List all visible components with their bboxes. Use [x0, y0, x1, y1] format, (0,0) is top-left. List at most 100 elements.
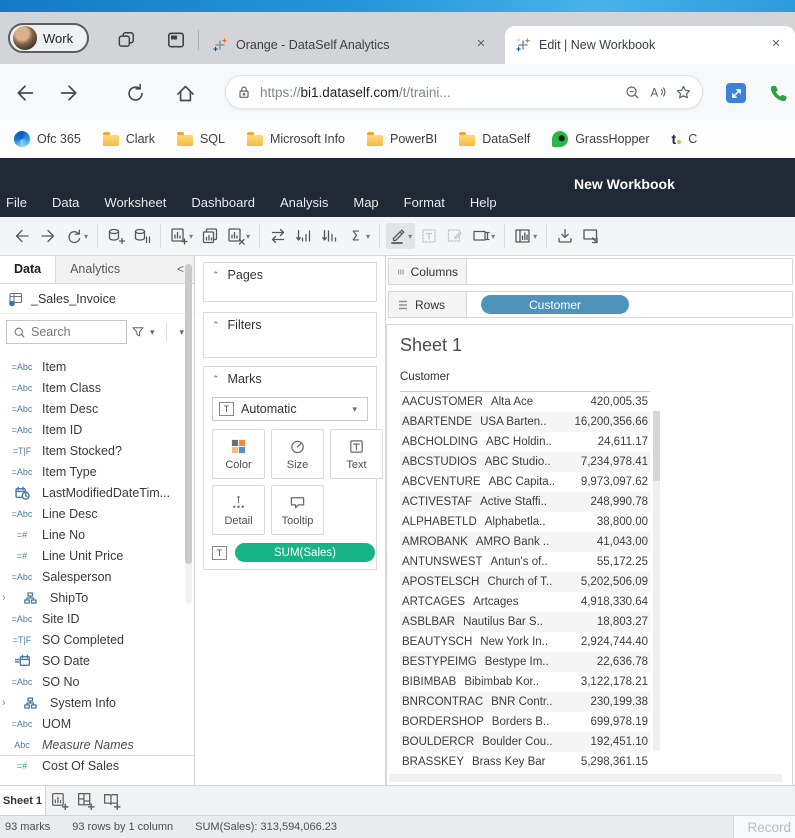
extension-phone-button[interactable]: [768, 81, 794, 105]
table-row-abcventure[interactable]: ABCVENTUREABC Capita..9,973,097.62: [400, 472, 650, 492]
text-button[interactable]: Text: [330, 429, 383, 479]
pause-updates-button[interactable]: [130, 223, 154, 249]
presentation-mode-button[interactable]: [579, 223, 603, 249]
menu-item-data[interactable]: Data: [52, 195, 79, 210]
table-row-bibimbab[interactable]: BIBIMBABBibimbab Kor..3,122,178.21: [400, 672, 650, 692]
filter-fields-button[interactable]: ▾: [131, 325, 159, 340]
menu-item-dashboard[interactable]: Dashboard: [191, 195, 255, 210]
home-button[interactable]: [172, 80, 198, 106]
table-row-asblbar[interactable]: ASBLBARNautilus Bar S..18,803.27: [400, 612, 650, 632]
field-item-line-no[interactable]: =#Line No: [0, 524, 194, 545]
field-item-so-date[interactable]: SO Date: [0, 650, 194, 671]
new-worksheet-button[interactable]: [46, 786, 72, 815]
bookmark-item[interactable]: DataSelf: [459, 132, 530, 146]
table-row-bouldercr[interactable]: BOULDERCRBoulder Cou..192,451.10: [400, 732, 650, 752]
table-row-beautysch[interactable]: BEAUTYSCHNew York In..2,924,744.40: [400, 632, 650, 652]
tooltip-button[interactable]: Tooltip: [271, 485, 324, 535]
url-text[interactable]: https://bi1.dataself.com/t/traini...: [260, 85, 616, 100]
field-item-item-stocked[interactable]: =T|FItem Stocked?: [0, 440, 194, 461]
download-button[interactable]: [553, 223, 577, 249]
new-datasource-button[interactable]: [104, 223, 128, 249]
table-horizontal-scrollbar[interactable]: [389, 774, 782, 782]
refresh-button[interactable]: [122, 80, 148, 106]
mark-type-dropdown[interactable]: T Automatic ▾: [212, 397, 368, 421]
tab-data[interactable]: Data: [0, 256, 56, 283]
field-item-shipto[interactable]: ›ShipTo: [0, 587, 194, 608]
field-item-measure-names[interactable]: AbcMeasure Names: [0, 734, 194, 755]
field-item-site-id[interactable]: =AbcSite ID: [0, 608, 194, 629]
data-pane-scrollbar[interactable]: [185, 264, 192, 604]
field-item-lastmodifieddatetim[interactable]: LastModifiedDateTim...: [0, 482, 194, 503]
table-row-antunswest[interactable]: ANTUNSWESTAntun's of..55,172.25: [400, 552, 650, 572]
forward-arrow-button[interactable]: [36, 223, 60, 249]
color-button[interactable]: Color: [212, 429, 265, 479]
field-item-line-unit-price[interactable]: =#Line Unit Price: [0, 545, 194, 566]
field-item-item-type[interactable]: =AbcItem Type: [0, 461, 194, 482]
new-story-button[interactable]: [98, 786, 124, 815]
fix-axes-button[interactable]: ▾: [469, 223, 498, 249]
sheet-tab-sheet1[interactable]: Sheet 1: [0, 786, 46, 815]
field-item-so-no[interactable]: =AbcSO No: [0, 671, 194, 692]
back-arrow-button[interactable]: [10, 223, 34, 249]
favorite-star-icon[interactable]: [675, 84, 692, 101]
table-row-brasskey[interactable]: BRASSKEYBrass Key Bar5,298,361.15: [400, 752, 650, 772]
field-item-item-class[interactable]: =AbcItem Class: [0, 377, 194, 398]
table-row-bnrcontrac[interactable]: BNRCONTRACBNR Contr..230,199.38: [400, 692, 650, 712]
sort-ascending-button[interactable]: [292, 223, 316, 249]
clear-sheet-button[interactable]: ▾: [224, 223, 253, 249]
bookmark-item[interactable]: PowerBI: [367, 132, 437, 146]
field-item-item-desc[interactable]: =AbcItem Desc: [0, 398, 194, 419]
expand-chevron-icon[interactable]: ›: [2, 592, 10, 604]
collapse-chevron-icon[interactable]: ⌃: [212, 320, 220, 331]
duplicate-sheet-button[interactable]: [198, 223, 222, 249]
customer-pill[interactable]: Customer: [481, 295, 629, 314]
tab-actions-button[interactable]: [164, 28, 188, 52]
scrollbar-thumb[interactable]: [185, 264, 192, 564]
bookmark-item[interactable]: SQL: [177, 132, 225, 146]
field-item-cost-of-sales[interactable]: =#Cost Of Sales: [0, 755, 194, 776]
browser-profile-button[interactable]: Work: [8, 23, 89, 53]
browser-tab-edit-new-workbook[interactable]: Edit | New Workbook ×: [505, 26, 795, 64]
forward-button[interactable]: [56, 80, 82, 106]
table-row-bestypeimg[interactable]: BESTYPEIMGBestype Im..22,636.78: [400, 652, 650, 672]
bookmark-item[interactable]: GrassHopper: [552, 131, 649, 147]
swap-axes-button[interactable]: [266, 223, 290, 249]
field-item-item[interactable]: =AbcItem: [0, 356, 194, 377]
table-row-abcholding[interactable]: ABCHOLDINGABC Holdin..24,611.17: [400, 432, 650, 452]
collapse-chevron-icon[interactable]: ⌃: [212, 270, 220, 281]
scrollbar-thumb[interactable]: [653, 411, 660, 481]
new-worksheet-button[interactable]: ▾: [167, 223, 196, 249]
table-row-aacustomer[interactable]: AACUSTOMERAlta Ace420,005.35: [400, 392, 650, 412]
expand-chevron-icon[interactable]: ›: [2, 697, 10, 709]
table-row-artcages[interactable]: ARTCAGESArtcages4,918,330.64: [400, 592, 650, 612]
detail-button[interactable]: Detail: [212, 485, 265, 535]
field-item-system-info[interactable]: ›System Info: [0, 692, 194, 713]
table-vertical-scrollbar[interactable]: [653, 411, 660, 751]
field-item-salesperson[interactable]: =AbcSalesperson: [0, 566, 194, 587]
menu-item-analysis[interactable]: Analysis: [280, 195, 328, 210]
table-row-bordershop[interactable]: BORDERSHOPBorders B..699,978.19: [400, 712, 650, 732]
text-encoding-icon[interactable]: T: [212, 546, 227, 560]
menu-item-map[interactable]: Map: [353, 195, 378, 210]
menu-item-help[interactable]: Help: [470, 195, 497, 210]
read-aloud-icon[interactable]: A: [649, 84, 667, 101]
table-row-activestaf[interactable]: ACTIVESTAFActive Staffi..248,990.78: [400, 492, 650, 512]
highlight-button[interactable]: ▾: [386, 223, 415, 249]
field-item-item-id[interactable]: =AbcItem ID: [0, 419, 194, 440]
table-row-apostelsch[interactable]: APOSTELSCHChurch of T..5,202,506.09: [400, 572, 650, 592]
close-tab-icon[interactable]: ×: [767, 36, 785, 54]
close-tab-icon[interactable]: ×: [472, 36, 490, 54]
search-input[interactable]: [31, 325, 111, 339]
extension-resize-button[interactable]: [726, 83, 746, 103]
table-row-abcstudios[interactable]: ABCSTUDIOSABC Studio..7,234,978.41: [400, 452, 650, 472]
columns-shelf[interactable]: Columns: [388, 258, 793, 285]
bookmark-item[interactable]: Clark: [103, 132, 155, 146]
size-button[interactable]: Size: [271, 429, 324, 479]
address-bar[interactable]: https://bi1.dataself.com/t/traini... A: [225, 75, 703, 109]
search-box[interactable]: [6, 320, 127, 344]
rows-shelf[interactable]: Rows Customer: [388, 291, 793, 318]
bookmark-item[interactable]: tC: [672, 131, 698, 147]
datasource-item[interactable]: _Sales_Invoice: [0, 284, 194, 314]
table-row-abartende[interactable]: ABARTENDEUSA Barten..16,200,356.66: [400, 412, 650, 432]
field-item-line-desc[interactable]: =AbcLine Desc: [0, 503, 194, 524]
